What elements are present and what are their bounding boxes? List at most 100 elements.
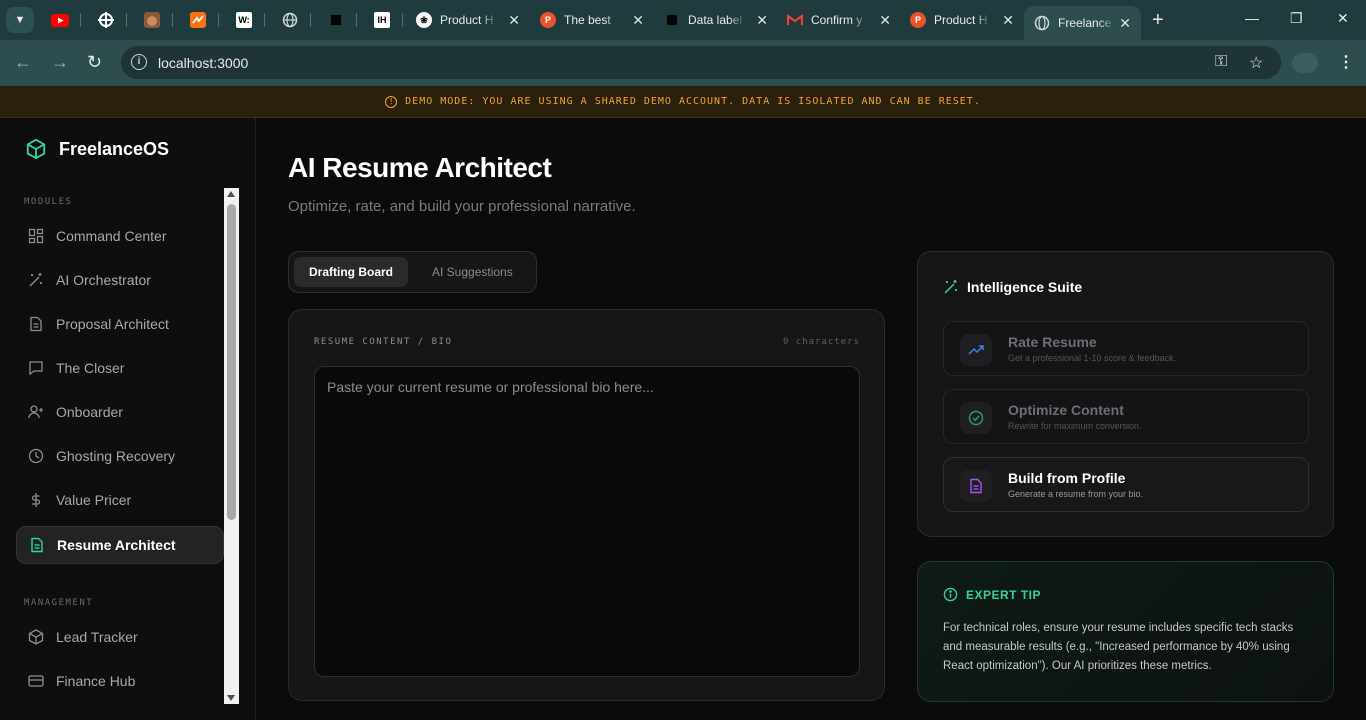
close-icon[interactable]: ✕ — [756, 12, 768, 29]
tab-title: Data label — [688, 13, 743, 27]
minimize-icon[interactable]: — — [1245, 10, 1259, 26]
sidebar-item-ghosting-recovery[interactable]: Ghosting Recovery — [16, 437, 224, 475]
scrollbar-thumb[interactable] — [227, 204, 236, 520]
tab-separator — [80, 13, 81, 27]
optimize-content-button[interactable]: Optimize Content Rewrite for maximum con… — [943, 389, 1309, 444]
character-count: 0 characters — [782, 337, 860, 347]
tab-drafting-board[interactable]: Drafting Board — [294, 257, 408, 287]
check-circle-icon — [968, 410, 984, 426]
view-tabs: Drafting Board AI Suggestions — [288, 251, 537, 293]
profile-avatar[interactable] — [1292, 53, 1318, 73]
pinned-tab-youtube[interactable] — [51, 9, 69, 31]
build-from-profile-button[interactable]: Build from Profile Generate a resume fro… — [943, 457, 1309, 512]
back-arrow-icon[interactable]: ← — [14, 52, 32, 73]
sidebar-item-resume-architect[interactable]: Resume Architect — [16, 526, 224, 564]
sidebar-item-label: AI Orchestrator — [56, 272, 151, 288]
tab-ai-suggestions[interactable]: AI Suggestions — [417, 257, 528, 287]
pinned-tab-globe[interactable] — [281, 9, 299, 31]
url-text[interactable]: localhost:3000 — [158, 55, 248, 71]
pinned-tab-dark[interactable] — [327, 9, 345, 31]
sidebar-item-onboarder[interactable]: Onboarder — [16, 393, 224, 431]
reload-icon[interactable]: ↻ — [87, 52, 102, 73]
pinned-tab-avatar[interactable] — [143, 9, 161, 31]
rate-resume-button[interactable]: Rate Resume Get a professional 1-10 scor… — [943, 321, 1309, 376]
browser-tab[interactable]: Data label ✕ — [654, 6, 778, 34]
sidebar-item-command-center[interactable]: Command Center — [16, 217, 224, 255]
bear-icon — [144, 12, 160, 28]
tip-title: EXPERT TIP — [966, 587, 1042, 602]
youtube-icon — [51, 13, 69, 27]
browser-tab[interactable]: Confirm y ✕ — [777, 6, 901, 34]
address-bar[interactable]: i localhost:3000 ⚿ ☆ — [121, 46, 1281, 79]
forward-arrow-icon[interactable]: → — [51, 52, 69, 73]
black-square-icon — [667, 15, 677, 25]
close-icon[interactable]: ✕ — [508, 12, 520, 29]
tab-search-button[interactable]: ▼ — [6, 7, 34, 33]
resume-content-input[interactable] — [314, 366, 860, 677]
sidebar-item-proposal-architect[interactable]: Proposal Architect — [16, 305, 224, 343]
browser-tab[interactable]: P The best ✕ — [530, 6, 654, 34]
sidebar-item-label: Value Pricer — [56, 492, 132, 508]
document-icon — [31, 537, 43, 553]
chevron-down-icon: ▼ — [14, 14, 26, 26]
action-description: Get a professional 1-10 score & feedback… — [1008, 353, 1177, 363]
dollar-icon — [31, 493, 41, 507]
sidebar-item-label: Command Center — [56, 228, 167, 244]
sidebar-scrollbar[interactable] — [224, 188, 239, 704]
action-icon-box — [960, 402, 992, 434]
tab-title: Product H — [440, 13, 494, 27]
pinned-tab-ih[interactable]: IH — [373, 9, 391, 31]
star-icon[interactable]: ☆ — [1249, 53, 1263, 73]
demo-mode-banner: ! DEMO MODE: YOU ARE USING A SHARED DEMO… — [0, 86, 1366, 118]
magic-wand-icon — [944, 280, 957, 294]
key-icon[interactable]: ⚿ — [1215, 53, 1227, 71]
sidebar-item-ai-orchestrator[interactable]: AI Orchestrator — [16, 261, 224, 299]
brand[interactable]: FreelanceOS — [25, 138, 169, 160]
close-icon[interactable]: ✕ — [879, 12, 891, 29]
editor-label: RESUME CONTENT / BIO — [314, 337, 453, 347]
suite-header: Intelligence Suite — [943, 279, 1082, 295]
producthunt-icon: P — [540, 12, 556, 28]
browser-tab[interactable]: ❀ Product H ✕ — [406, 6, 530, 34]
sidebar: FreelanceOS MODULES Command Center AI Or… — [0, 118, 256, 720]
page-subtitle: Optimize, rate, and build your professio… — [288, 198, 636, 215]
document-icon — [30, 316, 42, 332]
magic-wand-icon — [29, 273, 42, 287]
box-icon — [28, 629, 44, 645]
sidebar-item-lead-tracker[interactable]: Lead Tracker — [16, 618, 224, 656]
pinned-tab-figma[interactable] — [97, 9, 115, 31]
sidebar-item-label: Proposal Architect — [56, 316, 169, 332]
cube-logo-icon — [26, 138, 46, 160]
tab-separator — [218, 13, 219, 27]
action-name: Rate Resume — [1008, 334, 1097, 350]
sidebar-item-label: The Closer — [56, 360, 125, 376]
more-menu-icon[interactable]: ⋮ — [1338, 52, 1354, 72]
browser-tab[interactable]: P Product H ✕ — [900, 6, 1024, 34]
new-tab-button[interactable]: + — [1152, 9, 1164, 32]
black-square-icon — [331, 15, 341, 25]
action-name: Build from Profile — [1008, 470, 1126, 486]
sidebar-item-value-pricer[interactable]: Value Pricer — [16, 481, 224, 519]
tab-separator — [126, 13, 127, 27]
sidebar-item-label: Resume Architect — [57, 537, 176, 553]
close-icon[interactable]: ✕ — [1002, 12, 1014, 29]
close-window-icon[interactable]: ✕ — [1337, 10, 1349, 27]
warning-icon: ! — [385, 95, 398, 108]
browser-tab-active[interactable]: Freelance ✕ — [1024, 6, 1141, 40]
grid-icon — [28, 228, 44, 244]
tab-separator — [310, 13, 311, 27]
w-icon: W: — [236, 12, 252, 28]
maximize-icon[interactable]: ❐ — [1290, 10, 1303, 27]
scroll-up-arrow-icon[interactable] — [227, 191, 235, 197]
pinned-tab-orange[interactable] — [189, 9, 207, 31]
site-info-icon[interactable]: i — [131, 54, 147, 70]
tip-body: For technical roles, ensure your resume … — [943, 622, 1294, 672]
expert-tip-card: EXPERT TIP For technical roles, ensure y… — [917, 561, 1334, 702]
info-circle-icon — [943, 587, 958, 602]
pinned-tab-w[interactable]: W: — [235, 9, 253, 31]
sidebar-item-finance-hub[interactable]: Finance Hub — [16, 662, 224, 700]
close-icon[interactable]: ✕ — [632, 12, 644, 29]
scroll-down-arrow-icon[interactable] — [227, 695, 235, 701]
close-icon[interactable]: ✕ — [1119, 15, 1131, 32]
sidebar-item-the-closer[interactable]: The Closer — [16, 349, 224, 387]
